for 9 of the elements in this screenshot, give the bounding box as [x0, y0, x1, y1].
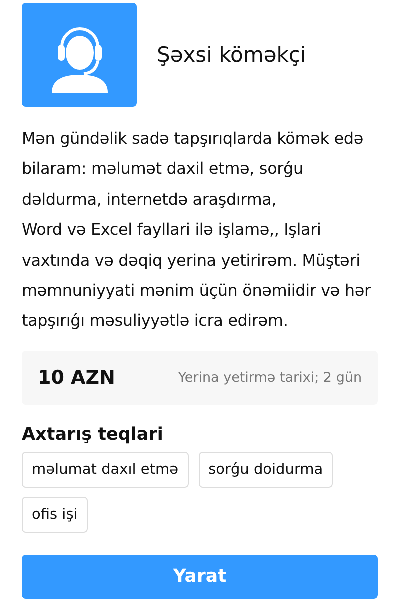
deadline-text: Yerina yetirmə tarixi; 2 gün [178, 370, 362, 386]
support-agent-icon [22, 3, 137, 107]
tag-chip[interactable]: ofis işi [22, 496, 88, 533]
tag-chip[interactable]: məlumat daxıl etmə [22, 452, 189, 488]
service-title: Şəxsi köməkçi [157, 43, 306, 67]
tag-chip[interactable]: sorǵu doidurma [198, 452, 334, 488]
price-amount: 10 AZN [38, 366, 116, 389]
description-paragraph: Mən gündəlik sadə tapşırıqlarda kömək edə bilaram: məlumət daxil etmə, sorǵu dəldurma, internetdə araşdırma, Word və Excel fayllari ilə işlamə,, Işlari vaxtında və dəqiq yerina yetirirəm. Müştəri məmnuniyyati mənim üçün önəmiidir və hər tapşırıǵı məsuliyyətlə icra edirəm. [22, 128, 372, 332]
tags-heading: Axtarış teqlari [22, 424, 164, 445]
